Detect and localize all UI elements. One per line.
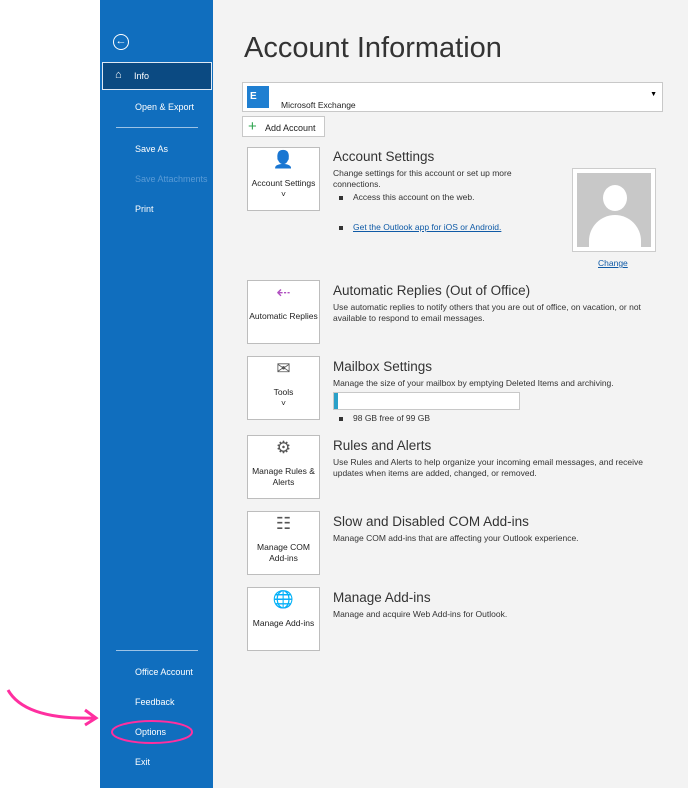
manage-addins-button[interactable]: 🌐 Manage Add-ins: [247, 587, 320, 651]
sidebar-item-label: Info: [134, 71, 150, 81]
account-settings-section: Account Settings Change settings for thi…: [333, 149, 512, 233]
outlook-app-link[interactable]: Get the Outlook app for iOS or Android.: [353, 222, 501, 233]
account-name: Microsoft Exchange: [281, 100, 356, 110]
sidebar-item-save-as[interactable]: Save As: [135, 144, 168, 154]
annotation-arrow: [6, 689, 193, 744]
profile-picture: [572, 168, 656, 252]
add-account-button[interactable]: + Add Account: [242, 116, 325, 137]
mailbox-usage-bar: [333, 392, 520, 410]
manage-rules-button[interactable]: ⚙ Manage Rules & Alerts: [247, 435, 320, 499]
com-addins-icon: ☷: [275, 514, 292, 533]
page-title: Account Information: [244, 32, 502, 64]
sidebar-item-print[interactable]: Print: [135, 204, 154, 214]
dropdown-arrow-icon: ▼: [650, 91, 657, 98]
sidebar-item-info[interactable]: ⌂ Info: [102, 62, 212, 90]
mailbox-cleanup-icon: ✉: [276, 359, 291, 378]
backstage-sidebar: ← ⌂ Info Open & Export Save As Save Atta…: [100, 0, 213, 788]
user-gear-icon: 👤: [272, 150, 295, 169]
divider: [116, 650, 198, 651]
door-arrow-icon: ⇠: [276, 283, 291, 302]
automatic-replies-button[interactable]: ⇠ Automatic Replies: [247, 280, 320, 344]
exchange-icon: E: [247, 86, 269, 108]
rules-bell-icon: ⚙: [275, 438, 292, 457]
account-info-panel: Account Information E Microsoft Exchange…: [213, 0, 688, 788]
account-selector[interactable]: E Microsoft Exchange ▼: [242, 82, 663, 112]
rules-alerts-section: Rules and Alerts Use Rules and Alerts to …: [333, 438, 643, 478]
home-icon: ⌂: [115, 69, 122, 81]
sidebar-item-save-attachments: Save Attachments: [135, 174, 208, 184]
globe-gear-icon: 🌐: [272, 590, 295, 609]
mailbox-settings-section: Mailbox Settings Manage the size of your…: [333, 359, 614, 423]
sidebar-item-open-export[interactable]: Open & Export: [135, 102, 194, 112]
plus-icon: +: [248, 118, 257, 135]
back-arrow-icon[interactable]: ←: [113, 34, 129, 50]
com-addins-section: Slow and Disabled COM Add-ins Manage COM …: [333, 514, 579, 543]
sidebar-item-office-account[interactable]: Office Account: [135, 667, 193, 677]
tools-button[interactable]: ✉ Tools ˅: [247, 356, 320, 420]
manage-addins-section: Manage Add-ins Manage and acquire Web Add…: [333, 590, 508, 619]
change-photo-link[interactable]: Change: [598, 258, 628, 268]
manage-com-addins-button[interactable]: ☷ Manage COM Add-ins: [247, 511, 320, 575]
automatic-replies-section: Automatic Replies (Out of Office) Use aut…: [333, 283, 641, 323]
divider: [116, 127, 198, 128]
account-settings-button[interactable]: 👤 Account Settings ˅: [247, 147, 320, 211]
